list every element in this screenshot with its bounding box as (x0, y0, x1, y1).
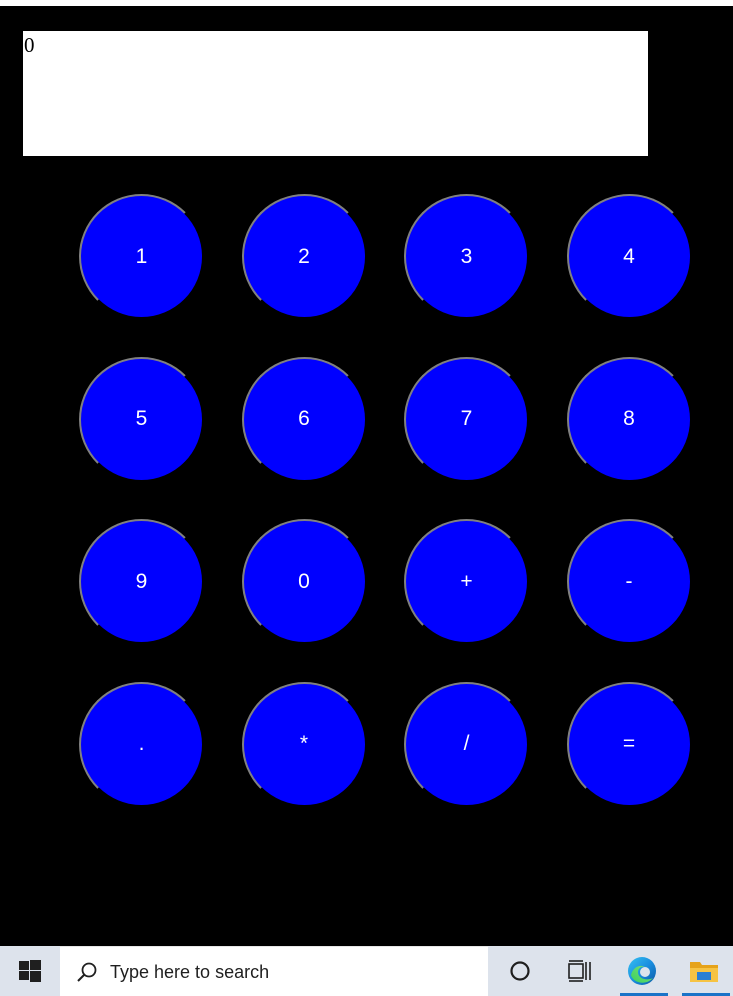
key-label: 5 (135, 407, 148, 430)
key-label: + (460, 569, 473, 593)
key-label: 8 (623, 407, 635, 430)
edge-browser-icon (628, 957, 656, 985)
key-5-button[interactable]: 5 (79, 356, 204, 482)
key-7-button[interactable]: 7 (404, 356, 529, 482)
key-label: / (463, 732, 470, 755)
key-4-button[interactable]: 4 (566, 194, 692, 319)
key-plus-button[interactable]: + (404, 519, 529, 644)
calculator-window: 0 1 2 3 4 5 6 7 8 9 0 + -. * / = Type here to search (0, 0, 733, 996)
key-label: * (299, 732, 309, 755)
key-label: = (622, 732, 636, 755)
key-divide-button[interactable]: / (404, 681, 529, 807)
key-1-button[interactable]: 1 (79, 194, 204, 319)
key-equals-button[interactable]: = (566, 681, 692, 807)
key-8-button[interactable]: 8 (566, 356, 692, 482)
start-button[interactable] (0, 946, 60, 996)
key-label: 9 (135, 569, 148, 593)
key-label: 7 (460, 407, 473, 430)
cortana-button[interactable] (496, 946, 544, 996)
taskbar-search-box[interactable]: Type here to search (60, 946, 488, 996)
key-minus-button[interactable]: - (566, 519, 692, 644)
key-label: 0 (298, 569, 310, 593)
key-9-button[interactable]: 9 (79, 519, 204, 644)
keypad: 1 2 3 4 5 6 7 8 9 0 + -. * / = (79, 194, 692, 807)
key-label: 6 (298, 407, 310, 430)
key-6-button[interactable]: 6 (241, 356, 367, 482)
search-placeholder: Type here to search (110, 962, 270, 982)
task-view-button[interactable] (556, 946, 604, 996)
search-icon (77, 962, 97, 982)
key-label: 4 (623, 244, 635, 268)
taskbar: Type here to search (0, 946, 733, 996)
key-label: 3 (460, 244, 473, 268)
cortana-icon (510, 961, 530, 981)
key-label: - (625, 569, 633, 593)
calculator-display: 0 (23, 31, 648, 156)
key-0-button[interactable]: 0 (241, 519, 367, 644)
windows-start-icon (19, 960, 41, 982)
window-top-edge (0, 0, 733, 6)
file-explorer-taskbar-button[interactable] (680, 946, 730, 996)
key-multiply-button[interactable]: * (241, 681, 367, 807)
key-label: 2 (298, 244, 310, 268)
task-view-icon (568, 960, 591, 982)
key-2-button[interactable]: 2 (241, 194, 367, 319)
key-3-button[interactable]: 3 (404, 194, 529, 319)
key-decimal-button[interactable]: . (79, 681, 204, 807)
edge-taskbar-button[interactable] (618, 946, 668, 996)
key-label: 1 (135, 244, 148, 268)
file-explorer-icon (690, 962, 718, 982)
key-label: . (138, 732, 145, 755)
